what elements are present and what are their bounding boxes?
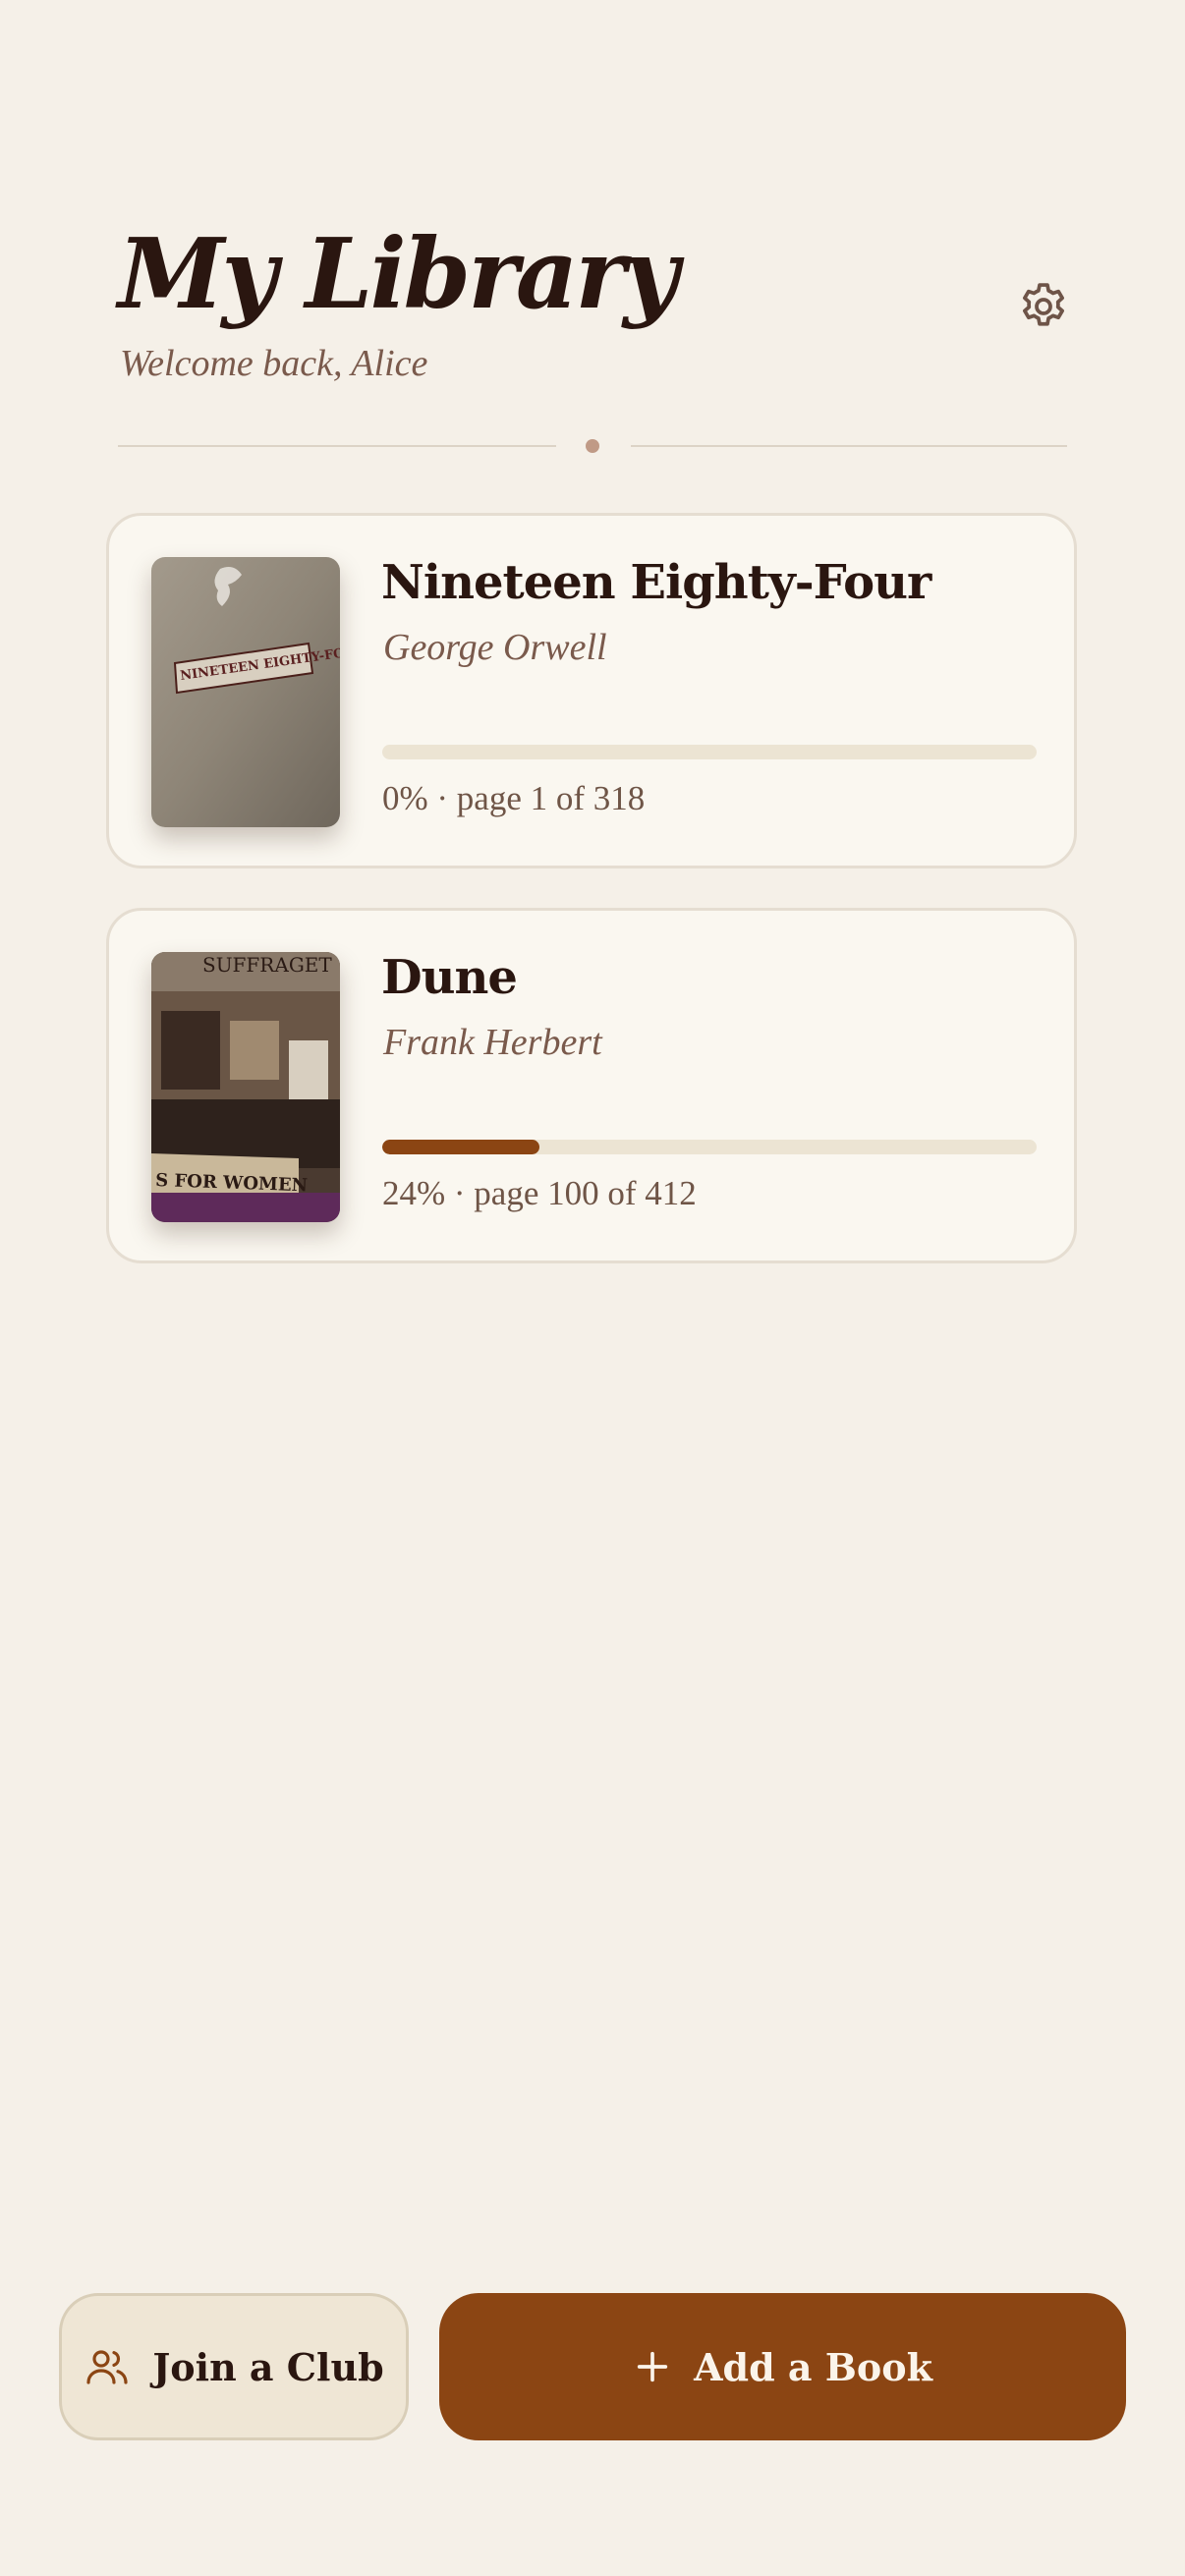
welcome-subtitle: Welcome back, Alice — [120, 343, 428, 384]
progress-bar — [382, 1140, 1037, 1154]
header: My Library Welcome back, Alice — [118, 216, 1067, 413]
book-card[interactable]: SUFFRAGET S FOR WOMEN Dune Frank Herbert… — [106, 908, 1077, 1263]
book-title: Nineteen Eighty-Four — [381, 555, 931, 610]
book-cover: NINETEEN EIGHTY-FOUR — [151, 557, 340, 827]
plus-icon — [637, 2351, 668, 2382]
book-author: Frank Herbert — [383, 1022, 602, 1063]
users-icon — [86, 2350, 128, 2384]
join-club-label: Join a Club — [152, 2344, 384, 2389]
book-author: George Orwell — [383, 627, 607, 668]
add-book-label: Add a Book — [694, 2344, 932, 2389]
book-cover: SUFFRAGET S FOR WOMEN — [151, 952, 340, 1222]
settings-button[interactable] — [1004, 267, 1083, 346]
progress-fill — [382, 1140, 539, 1154]
join-club-button[interactable]: Join a Club — [59, 2293, 409, 2440]
ornamental-divider — [118, 434, 1067, 458]
progress-text: 0% · page 1 of 318 — [382, 779, 646, 817]
book-title: Dune — [381, 950, 518, 1005]
divider-dot — [586, 439, 599, 453]
progress-text: 24% · page 100 of 412 — [382, 1174, 697, 1212]
book-card[interactable]: NINETEEN EIGHTY-FOUR Nineteen Eighty-Fou… — [106, 513, 1077, 868]
cover-top-text: SUFFRAGET — [202, 953, 332, 977]
page-title: My Library — [118, 218, 679, 331]
gear-icon — [1023, 283, 1064, 326]
progress-bar — [382, 745, 1037, 759]
add-book-button[interactable]: Add a Book — [439, 2293, 1126, 2440]
